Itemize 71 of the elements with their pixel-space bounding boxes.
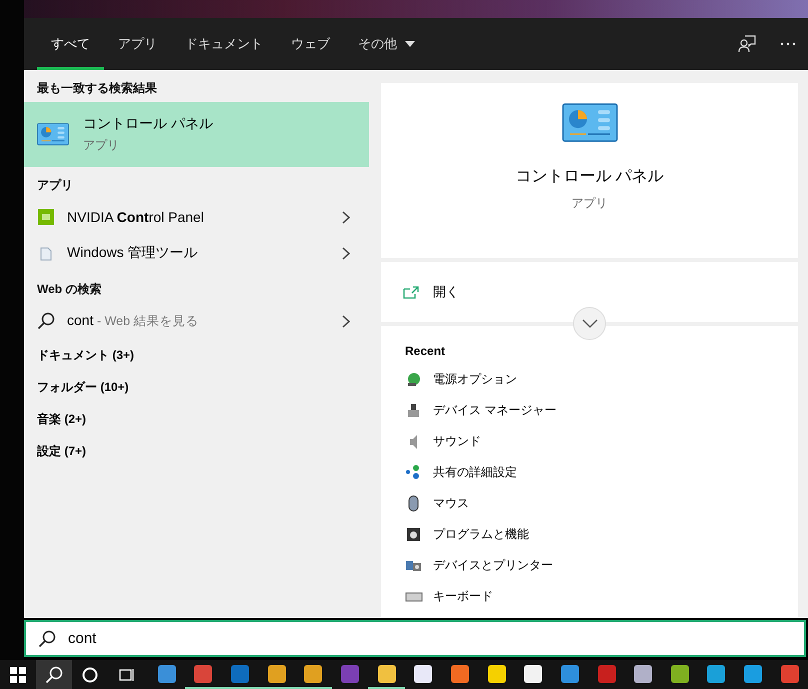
web-search-result[interactable]: cont - Web 結果を見る bbox=[24, 303, 369, 339]
app-icon bbox=[230, 664, 250, 684]
app-icon bbox=[596, 664, 617, 684]
app-result[interactable]: Windows 管理ツール bbox=[24, 235, 369, 271]
chevron-right-icon bbox=[342, 210, 350, 224]
speaker-icon bbox=[410, 435, 417, 449]
chevron-right-icon bbox=[342, 246, 350, 260]
section-heading: 最も一致する検索結果 bbox=[36, 80, 158, 97]
printer-icon bbox=[406, 561, 421, 571]
best-match-item[interactable]: コントロール パネル アプリ bbox=[24, 102, 369, 167]
filter-tab[interactable]: その他 bbox=[344, 21, 429, 70]
mouse-icon bbox=[408, 496, 418, 512]
recent-item[interactable]: プログラムと機能 bbox=[405, 519, 774, 550]
preview-title: コントロール パネル bbox=[515, 167, 664, 188]
search-field[interactable]: cont bbox=[24, 620, 806, 657]
recent-item[interactable]: 電源オプション bbox=[405, 364, 774, 395]
open-action[interactable]: 開く bbox=[403, 283, 459, 301]
recent-item[interactable]: キーボード bbox=[405, 581, 774, 612]
recent-item[interactable]: デバイスとプリンター bbox=[405, 550, 774, 581]
app-result[interactable]: NVIDIA Control Panel bbox=[24, 199, 369, 235]
recent-heading: Recent bbox=[405, 344, 446, 358]
chevron-down-icon bbox=[582, 319, 598, 328]
windows-logo-icon bbox=[10, 666, 26, 682]
app-icon bbox=[706, 664, 726, 684]
app-icon bbox=[193, 664, 214, 684]
app-icon bbox=[376, 664, 397, 684]
section-heading: アプリ bbox=[36, 177, 74, 194]
search-icon bbox=[37, 312, 55, 330]
app-icon bbox=[670, 664, 690, 684]
category-link[interactable]: ドキュメント (3+) bbox=[24, 339, 369, 371]
app-icon bbox=[266, 664, 287, 684]
search-icon bbox=[45, 666, 64, 684]
disc-box-icon bbox=[407, 528, 420, 541]
category-link[interactable]: フォルダー (10+) bbox=[24, 371, 369, 403]
app-icon bbox=[780, 664, 800, 684]
app-icon bbox=[523, 664, 544, 684]
control-panel-icon bbox=[562, 103, 618, 142]
device-icon bbox=[408, 404, 419, 417]
recent-item[interactable]: サウンド bbox=[405, 426, 774, 457]
preview-subtitle: アプリ bbox=[572, 195, 608, 212]
recent-item[interactable]: デバイス マネージャー bbox=[405, 395, 774, 426]
control-panel-icon bbox=[37, 123, 69, 146]
category-link[interactable]: 音楽 (2+) bbox=[24, 403, 369, 435]
app-icon bbox=[156, 664, 177, 684]
keyboard-icon bbox=[406, 592, 422, 602]
section-heading: Web の検索 bbox=[36, 281, 102, 298]
search-icon bbox=[38, 630, 56, 648]
ellipsis-icon bbox=[780, 42, 796, 46]
app-tile-icon bbox=[38, 209, 54, 225]
recent-item[interactable]: マウス bbox=[405, 488, 774, 519]
filter-tab[interactable]: ドキュメント bbox=[171, 21, 277, 70]
filter-tab[interactable]: アプリ bbox=[104, 21, 171, 70]
app-icon bbox=[303, 664, 324, 684]
recent-item[interactable]: 共有の詳細設定 bbox=[405, 457, 774, 488]
network-nodes-icon bbox=[406, 465, 419, 479]
app-icon bbox=[743, 664, 764, 684]
person-speech-icon bbox=[738, 35, 756, 53]
circle-icon bbox=[82, 666, 98, 682]
filter-tab[interactable]: ウェブ bbox=[277, 21, 344, 70]
search-input[interactable]: cont bbox=[66, 629, 804, 648]
app-icon bbox=[413, 664, 434, 684]
open-external-icon bbox=[403, 286, 419, 298]
category-link[interactable]: 設定 (7+) bbox=[24, 435, 369, 467]
app-icon bbox=[633, 664, 654, 684]
task-view-icon bbox=[118, 666, 136, 682]
app-icon bbox=[340, 664, 360, 684]
taskbar-search-button[interactable] bbox=[36, 660, 72, 689]
app-icon bbox=[450, 664, 470, 684]
app-icon bbox=[486, 664, 507, 684]
chevron-right-icon bbox=[342, 314, 350, 328]
app-icon bbox=[560, 664, 580, 684]
